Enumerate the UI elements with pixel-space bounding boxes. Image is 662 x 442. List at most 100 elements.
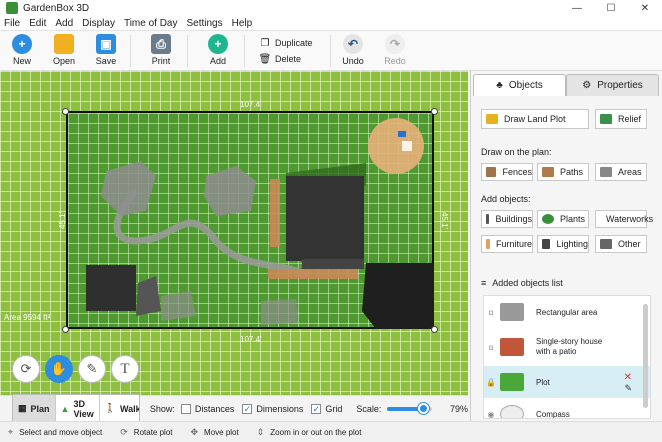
garden-drawing <box>86 118 434 329</box>
list-item[interactable]: ◉ Compass <box>484 398 650 419</box>
plan-canvas[interactable]: 107.4' 107.4' 45.1' 45.1' Area 9594 ft² … <box>0 71 468 395</box>
rotate-tool-button[interactable]: ⟳ <box>12 355 40 383</box>
land-plot[interactable] <box>66 111 434 329</box>
menu-display[interactable]: Display <box>82 18 115 29</box>
menu-edit[interactable]: Edit <box>29 18 46 29</box>
plus-icon: + <box>208 34 228 54</box>
plan-icon: ▦ <box>18 403 27 413</box>
edit-pencil-icon[interactable]: ✎ <box>624 383 632 394</box>
tree-icon: ♣ <box>496 80 503 91</box>
text-tool-button[interactable]: T <box>111 355 139 383</box>
house <box>286 176 364 261</box>
unlock-icon[interactable]: ɑ <box>484 308 498 317</box>
new-button[interactable]: + New <box>5 34 39 66</box>
fences-button[interactable]: Fences <box>481 163 533 181</box>
status-bar: ⌖ Select and move object ⟳ Rotate plot ✥… <box>0 421 662 442</box>
furniture-button[interactable]: Furniture <box>481 235 533 253</box>
dimension-bottom: 107.4' <box>240 335 262 344</box>
gravel-patch <box>101 161 156 216</box>
house-step <box>302 259 364 269</box>
remove-icon[interactable]: ✕ <box>624 372 632 383</box>
minimize-button[interactable]: — <box>560 0 594 16</box>
menu-settings[interactable]: Settings <box>186 18 222 29</box>
lock-icon[interactable]: 🔒 <box>484 378 498 387</box>
list-item[interactable]: ɑ Single-story house with a patio <box>484 328 650 366</box>
menu-file[interactable]: File <box>4 18 20 29</box>
plants-button[interactable]: Plants <box>537 210 589 228</box>
other-button[interactable]: Other <box>595 235 647 253</box>
layers-icon: ≡ <box>481 278 487 288</box>
3d-tree-icon: ▲ <box>60 403 70 414</box>
eye-icon[interactable]: ◉ <box>484 410 498 419</box>
plan-view-button[interactable]: ▦ Plan <box>13 394 56 423</box>
other-icon <box>600 239 612 249</box>
save-button[interactable]: ▣ Save <box>89 34 123 66</box>
print-button[interactable]: ⎙ Print <box>144 34 178 66</box>
scale-slider[interactable] <box>387 402 432 414</box>
added-objects-list[interactable]: ɑ Rectangular area ɑ Single-story house … <box>483 295 651 419</box>
plot-corner-handle[interactable] <box>62 326 69 333</box>
waterworks-button[interactable]: Waterworks <box>595 210 653 228</box>
gear-icon: ⚙ <box>582 80 592 91</box>
status-rotate: ⟳ Rotate plot <box>120 426 173 437</box>
status-move: ✥ Move plot <box>190 426 239 437</box>
compass-icon <box>500 405 524 418</box>
walking-person-icon: 🚶 <box>104 403 117 413</box>
window-title: GardenBox 3D <box>23 2 90 14</box>
tab-objects[interactable]: ♣ Objects <box>473 74 566 96</box>
folder-icon <box>54 34 74 54</box>
trash-icon: 🗑 <box>258 53 272 65</box>
dimension-right: 45.1' <box>440 211 450 230</box>
bench-icon <box>486 239 490 249</box>
delete-button[interactable]: 🗑 Delete <box>258 53 301 65</box>
toolbar: + New Open ▣ Save ⎙ Print + Add ❐ Duplic… <box>0 31 662 71</box>
pool-mark <box>398 131 406 137</box>
buildings-button[interactable]: Buildings <box>481 210 533 228</box>
maximize-button[interactable]: ☐ <box>594 0 628 16</box>
paths-button[interactable]: Paths <box>537 163 589 181</box>
title-bar: GardenBox 3D — ☐ ✕ <box>0 0 662 16</box>
menu-time-of-day[interactable]: Time of Day <box>124 18 178 29</box>
areas-button[interactable]: Areas <box>595 163 647 181</box>
paved-area <box>362 263 434 329</box>
patio-furniture <box>402 141 412 151</box>
walkthrough-button[interactable]: 🚶 Walkthrough <box>99 394 139 423</box>
path-icon <box>542 167 554 177</box>
tab-properties[interactable]: ⚙ Properties <box>566 74 659 96</box>
tree-icon <box>542 214 554 224</box>
list-item[interactable]: ɑ Rectangular area <box>484 296 650 328</box>
house-thumbnail <box>500 338 524 356</box>
hand-tool-button[interactable]: ✋ <box>45 355 73 383</box>
floppy-disk-icon: ▣ <box>96 34 116 54</box>
unlock-icon[interactable]: ɑ <box>484 343 498 352</box>
show-label: Show: <box>149 403 175 414</box>
plot-corner-handle[interactable] <box>431 108 438 115</box>
add-button[interactable]: + Add <box>201 34 235 66</box>
undo-button[interactable]: ↶ Undo <box>336 34 370 66</box>
menu-add[interactable]: Add <box>55 18 73 29</box>
close-button[interactable]: ✕ <box>628 0 662 16</box>
duplicate-button[interactable]: ❐ Duplicate <box>260 38 313 49</box>
lighting-button[interactable]: Lighting <box>537 235 589 253</box>
grid-checkbox[interactable]: ✓ Grid <box>311 403 342 414</box>
scale-label: Scale: <box>356 403 382 414</box>
relief-button[interactable]: Relief <box>595 109 647 129</box>
scale-slider-handle[interactable] <box>417 402 429 414</box>
3d-view-button[interactable]: ▲ 3D View <box>55 394 100 423</box>
open-button[interactable]: Open <box>47 34 81 66</box>
plot-corner-handle[interactable] <box>431 326 438 333</box>
mountain-icon <box>600 114 612 124</box>
list-item-selected[interactable]: 🔒 Plot ✕ ✎ <box>484 366 650 398</box>
wooden-deck <box>268 269 358 279</box>
plot-corner-handle[interactable] <box>62 108 69 115</box>
app-logo-icon <box>6 2 18 14</box>
rectangular-area-thumbnail <box>500 303 524 321</box>
list-scrollbar[interactable] <box>643 304 648 408</box>
distances-checkbox[interactable]: Distances <box>180 403 234 414</box>
ruler-tool-button[interactable]: ✎ <box>78 355 106 383</box>
redo-button[interactable]: ↷ Redo <box>378 34 412 66</box>
menu-help[interactable]: Help <box>232 18 253 29</box>
dimensions-checkbox[interactable]: ✓ Dimensions <box>242 403 303 414</box>
shed <box>86 265 136 311</box>
draw-land-plot-button[interactable]: Draw Land Plot <box>481 109 589 129</box>
